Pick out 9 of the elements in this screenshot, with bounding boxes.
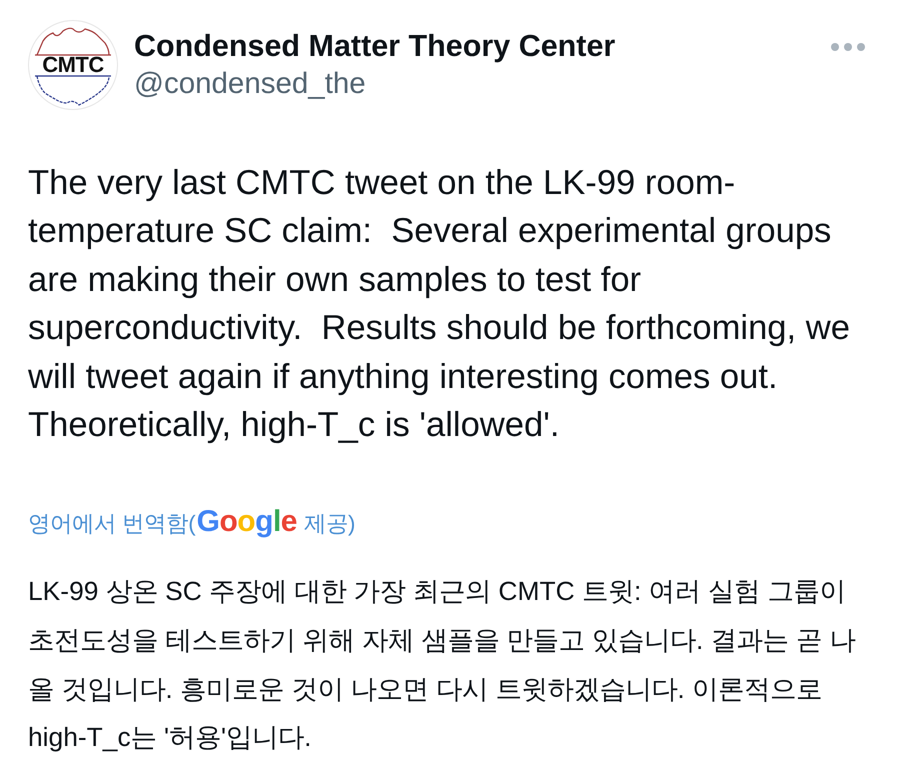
avatar-logo[interactable]: CMTC <box>28 20 118 110</box>
account-name[interactable]: Condensed Matter Theory Center <box>134 27 815 65</box>
tweet-text: The very last CMTC tweet on the LK-99 room- temperature SC claim: Several experimental groups are making their own samples to test for superconductivity. Results should be forthcoming, we will tweet again if anything interesting comes out. Theoretically, high-T_c is 'allowed'. <box>28 163 851 446</box>
translation-label[interactable]: 영어에서 번역함( <box>28 509 196 540</box>
google-logo: Google <box>196 505 297 540</box>
translated-text: LK-99 상온 SC 주장에 대한 가장 최근의 CMTC 트윗: 여러 실험 그룹이 초전도성을 테스트하기 위해 자체 샘플을 만들고 있습니다. 결과는 곧 나 올 것입니다. 흥미로운 것이 나오면 다시 트윗하겠습니다. 이론적으로 high-T_c는 '허용'입니다. <box>28 575 856 754</box>
account-handle[interactable]: @condensed_the <box>134 65 815 103</box>
translation-credit[interactable]: 제공) <box>304 509 356 540</box>
more-icon[interactable] <box>831 43 865 51</box>
